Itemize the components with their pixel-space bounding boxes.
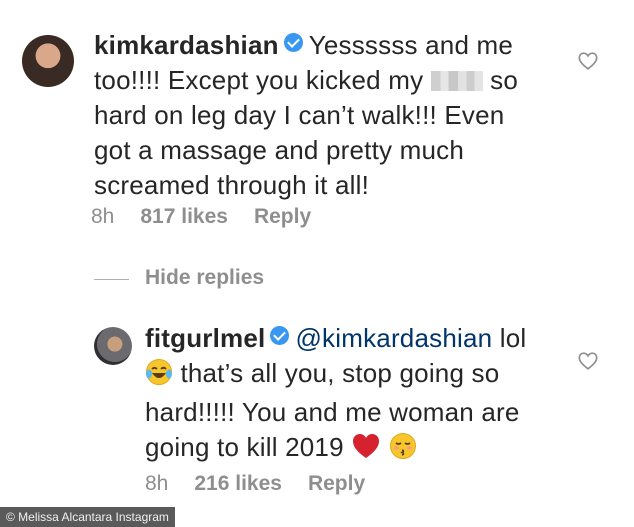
likes-count[interactable]: 817 likes [140, 205, 228, 228]
verified-badge-icon [283, 33, 303, 52]
comment-meta: 8h 817 likes Reply [91, 205, 337, 229]
avatar[interactable] [22, 35, 74, 87]
comment-time: 8h [145, 472, 169, 495]
comment-text: fitgurlmel @kimkardashian lol that’s all … [145, 321, 545, 469]
kissing-face-emoji-icon [389, 432, 417, 469]
comment-meta: 8h 216 likes Reply [145, 472, 391, 496]
comment-text: kimkardashian Yessssss and me too!!!! Exc… [94, 28, 524, 203]
laughing-tears-emoji-icon [145, 358, 173, 395]
likes-count[interactable]: 216 likes [194, 472, 282, 495]
red-heart-emoji-icon [351, 432, 381, 469]
verified-badge-icon [270, 326, 290, 345]
reply-button[interactable]: Reply [308, 472, 365, 495]
heart-outline-icon[interactable] [577, 50, 599, 72]
reply-button[interactable]: Reply [254, 205, 311, 228]
censored-blur [430, 71, 483, 91]
comment-username[interactable]: fitgurlmel [145, 323, 265, 353]
heart-outline-icon[interactable] [577, 350, 599, 372]
photo-credit: © Melissa Alcantara Instagram [0, 507, 175, 527]
comment-body-part2: that’s all you, stop going so hard!!!!! … [145, 358, 520, 462]
hide-replies-button[interactable]: Hide replies [145, 266, 264, 290]
comment-body-part1: lol [499, 323, 527, 353]
divider-line [94, 279, 129, 280]
comment-username[interactable]: kimkardashian [94, 30, 279, 60]
avatar[interactable] [94, 327, 132, 365]
mention-link[interactable]: @kimkardashian [295, 323, 492, 353]
comment-time: 8h [91, 205, 115, 228]
